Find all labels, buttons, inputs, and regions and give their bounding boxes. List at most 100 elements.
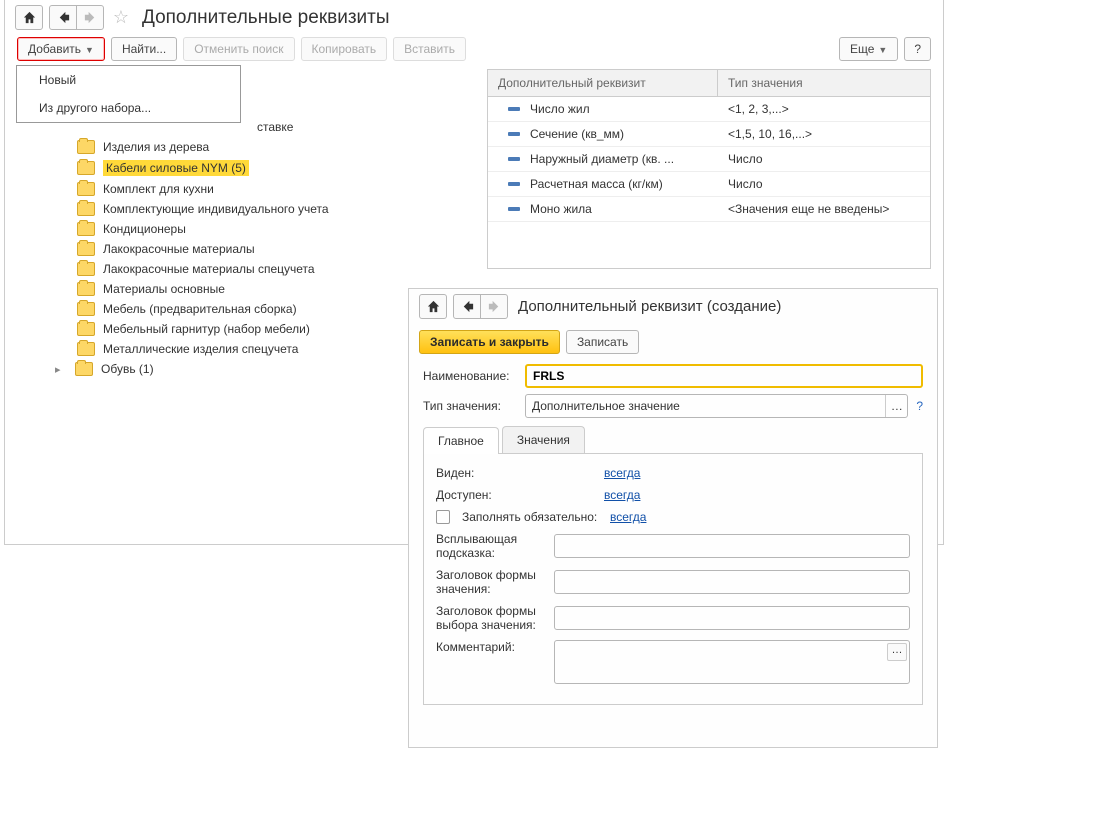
visible-label: Виден: <box>436 466 596 480</box>
save-close-button[interactable]: Записать и закрыть <box>419 330 560 354</box>
page-title: Дополнительные реквизиты <box>142 7 390 29</box>
folder-icon <box>77 342 95 356</box>
choice-form-label: Заголовок формы выбора значения: <box>436 604 546 632</box>
nav-group <box>453 294 508 319</box>
tree-row[interactable]: Изделия из дерева <box>17 137 477 157</box>
home-icon <box>426 299 441 314</box>
tabs: Главное Значения <box>423 426 923 454</box>
back-button[interactable] <box>49 5 77 30</box>
th-type[interactable]: Тип значения <box>718 70 930 96</box>
dropdown-item-from-other[interactable]: Из другого набора... <box>17 94 240 122</box>
attribute-icon <box>508 182 520 186</box>
dropdown-item-new[interactable]: Новый <box>17 66 240 94</box>
cancel-search-button: Отменить поиск <box>183 37 294 61</box>
value-form-input[interactable] <box>554 570 910 594</box>
tree-row[interactable]: Комплектующие индивидуального учета <box>17 199 477 219</box>
favorite-star[interactable]: ☆ <box>110 7 132 29</box>
available-link[interactable]: всегда <box>604 488 640 502</box>
attribute-icon <box>508 107 520 111</box>
tree-row[interactable]: Кондиционеры <box>17 219 477 239</box>
table-row[interactable]: Расчетная масса (кг/км) Число <box>488 172 930 197</box>
comment-label: Комментарий: <box>436 640 546 654</box>
attribute-icon <box>508 207 520 211</box>
arrow-left-icon <box>460 299 475 314</box>
name-label: Наименование: <box>423 369 519 383</box>
back-button[interactable] <box>453 294 481 319</box>
comment-input[interactable]: … <box>554 640 910 684</box>
chevron-down-icon: ▼ <box>878 45 887 55</box>
add-button[interactable]: Добавить▼ <box>17 37 105 61</box>
choice-form-input[interactable] <box>554 606 910 630</box>
modal-window: Дополнительный реквизит (создание) Запис… <box>408 288 938 748</box>
attribute-icon <box>508 157 520 161</box>
type-label: Тип значения: <box>423 399 519 413</box>
folder-icon <box>77 242 95 256</box>
table-panel: Дополнительный реквизит Тип значения Чис… <box>487 69 931 269</box>
arrow-right-icon <box>487 299 502 314</box>
home-button[interactable] <box>419 294 447 319</box>
tab-values[interactable]: Значения <box>502 426 585 453</box>
home-icon <box>22 10 37 25</box>
more-button[interactable]: Еще▼ <box>839 37 898 61</box>
modal-toolbar: Записать и закрыть Записать <box>409 324 937 360</box>
forward-button[interactable] <box>480 294 508 319</box>
tab-main[interactable]: Главное <box>423 427 499 454</box>
visible-link[interactable]: всегда <box>604 466 640 480</box>
paste-button: Вставить <box>393 37 466 61</box>
tooltip-label: Всплывающая подсказка: <box>436 532 546 560</box>
modal-title: Дополнительный реквизит (создание) <box>518 298 781 315</box>
tab-content: Виден: всегда Доступен: всегда Заполнять… <box>423 454 923 705</box>
toolbar: Добавить▼ Найти... Отменить поиск Копиро… <box>5 35 943 69</box>
table-row[interactable]: Наружный диаметр (кв. ... Число <box>488 147 930 172</box>
forward-button[interactable] <box>76 5 104 30</box>
folder-icon <box>77 262 95 276</box>
table-row[interactable]: Моно жила <Значения еще не введены> <box>488 197 930 222</box>
available-label: Доступен: <box>436 488 596 502</box>
header: ☆ Дополнительные реквизиты <box>5 0 943 35</box>
name-input[interactable]: FRLS <box>525 364 923 388</box>
save-button[interactable]: Записать <box>566 330 639 354</box>
help-button[interactable]: ? <box>904 37 931 61</box>
home-button[interactable] <box>15 5 43 30</box>
add-dropdown: Новый Из другого набора... <box>16 65 241 123</box>
value-form-label: Заголовок формы значения: <box>436 568 546 596</box>
tree-row[interactable]: Лакокрасочные материалы <box>17 239 477 259</box>
attribute-icon <box>508 132 520 136</box>
help-icon[interactable]: ? <box>916 399 923 413</box>
star-icon: ☆ <box>113 7 129 28</box>
folder-icon <box>77 140 95 154</box>
form-body: Наименование: FRLS Тип значения: Дополни… <box>409 360 937 719</box>
modal-header: Дополнительный реквизит (создание) <box>409 289 937 324</box>
table-header: Дополнительный реквизит Тип значения <box>488 70 930 97</box>
folder-icon <box>77 322 95 336</box>
content: Новый Из другого набора... ставке Издели… <box>5 69 943 281</box>
tree-panel: Новый Из другого набора... ставке Издели… <box>17 69 477 269</box>
table-row[interactable]: Сечение (кв_мм) <1,5, 10, 16,...> <box>488 122 930 147</box>
arrow-right-icon <box>83 10 98 25</box>
chevron-down-icon: ▼ <box>85 45 94 55</box>
find-button[interactable]: Найти... <box>111 37 177 61</box>
folder-icon <box>77 282 95 296</box>
nav-group <box>49 5 104 30</box>
arrow-left-icon <box>56 10 71 25</box>
folder-icon <box>77 302 95 316</box>
folder-icon <box>77 222 95 236</box>
copy-button: Копировать <box>301 37 388 61</box>
table-row[interactable]: Число жил <1, 2, 3,...> <box>488 97 930 122</box>
folder-icon <box>77 161 95 175</box>
required-link[interactable]: всегда <box>610 510 646 524</box>
ellipsis-button[interactable]: … <box>885 395 907 417</box>
chevron-right-icon[interactable]: ▸ <box>55 363 67 376</box>
tree-row[interactable]: Комплект для кухни <box>17 179 477 199</box>
required-label: Заполнять обязательно: <box>462 510 602 524</box>
folder-icon <box>77 182 95 196</box>
tree-row[interactable]: Лакокрасочные материалы спецучета <box>17 259 477 279</box>
required-checkbox[interactable] <box>436 510 450 524</box>
type-input[interactable]: Дополнительное значение … <box>525 394 908 418</box>
folder-icon <box>75 362 93 376</box>
ellipsis-button[interactable]: … <box>887 643 907 661</box>
folder-icon <box>77 202 95 216</box>
tree-row[interactable]: Кабели силовые NYM (5) <box>17 157 477 179</box>
th-attr[interactable]: Дополнительный реквизит <box>488 70 718 96</box>
tooltip-input[interactable] <box>554 534 910 558</box>
